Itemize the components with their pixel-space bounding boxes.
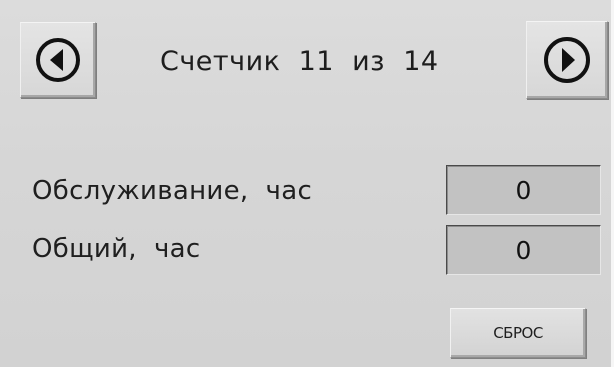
- previous-counter-button[interactable]: [20, 22, 96, 98]
- next-counter-button[interactable]: [526, 21, 608, 99]
- total-hours-label: Общий, час: [32, 234, 201, 264]
- service-hours-value: 0: [446, 165, 601, 215]
- counter-screen: Счетчик 11 из 14 Обслуживание, час 0 Общ…: [0, 0, 614, 367]
- service-hours-label: Обслуживание, час: [32, 176, 313, 206]
- arrow-right-circle-icon: [543, 36, 591, 84]
- arrow-left-circle-icon: [35, 37, 81, 83]
- total-hours-value: 0: [446, 225, 601, 275]
- counter-title: Счетчик 11 из 14: [160, 46, 439, 77]
- reset-button[interactable]: СБРОС: [450, 308, 586, 358]
